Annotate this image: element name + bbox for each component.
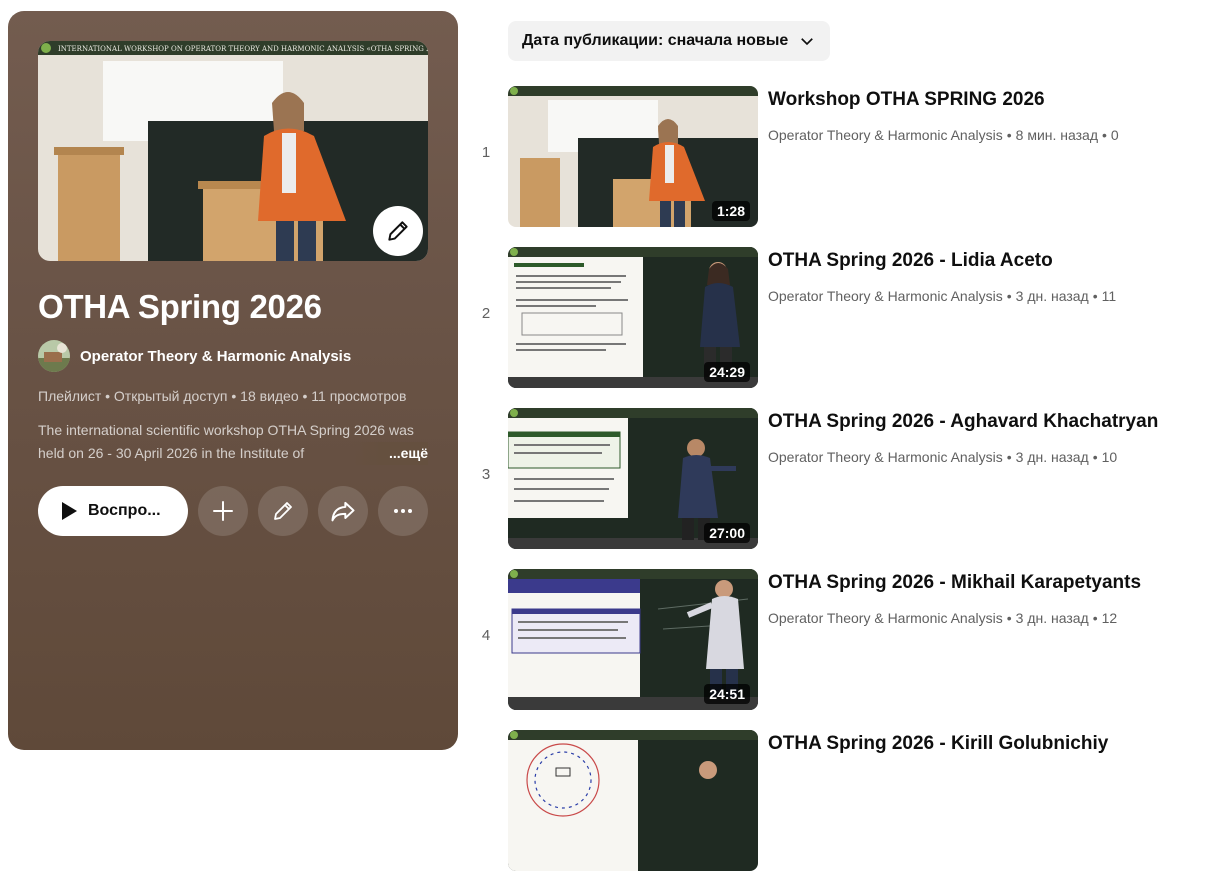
video-duration: 24:29 [704, 362, 750, 382]
video-thumbnail[interactable] [508, 730, 758, 871]
video-meta: Operator Theory & Harmonic Analysis • 3 дн… [768, 449, 1118, 465]
video-views: 10 [1101, 449, 1118, 465]
video-views: 12 [1101, 610, 1118, 626]
video-title-link[interactable]: OTHA Spring 2026 - Aghavard Khachatryan [768, 411, 1158, 433]
more-dots-icon [394, 509, 412, 513]
video-index: 3 [481, 466, 491, 483]
add-to-playlist-button[interactable] [198, 486, 248, 536]
edit-thumbnail-button[interactable] [373, 206, 423, 256]
video-age: 8 мин. назад [1015, 127, 1099, 143]
video-title-link[interactable]: Workshop OTHA SPRING 2026 [768, 89, 1045, 111]
video-age: 3 дн. назад [1015, 610, 1089, 626]
video-thumbnail-image [508, 730, 758, 871]
video-meta: Operator Theory & Harmonic Analysis • 3 дн… [768, 610, 1118, 626]
video-title-link[interactable]: OTHA Spring 2026 - Mikhail Karapetyants [768, 572, 1141, 594]
video-title-link[interactable]: OTHA Spring 2026 - Lidia Aceto [768, 250, 1053, 272]
sort-dropdown[interactable]: Дата публикации: сначала новые [508, 21, 831, 61]
share-icon [331, 501, 355, 522]
share-button[interactable] [318, 486, 368, 536]
playlist-video-item[interactable]: 1 1:28 Workshop OTHA SPRING 2026 Operato… [470, 86, 1208, 247]
playlist-thumbnail[interactable]: INTERNATIONAL WORKSHOP ON OPERATOR THEOR… [38, 41, 428, 261]
video-index: 1 [481, 144, 491, 161]
video-channel-link[interactable]: Operator Theory & Harmonic Analysis [768, 449, 1003, 465]
video-meta: Operator Theory & Harmonic Analysis • 3 дн… [768, 288, 1117, 304]
more-actions-button[interactable] [378, 486, 428, 536]
video-thumbnail[interactable]: 24:29 [508, 247, 758, 388]
channel-name-link[interactable]: Operator Theory & Harmonic Analysis [80, 348, 351, 365]
video-views: 0 [1110, 127, 1119, 143]
video-thumbnail[interactable]: 1:28 [508, 86, 758, 227]
play-all-button[interactable]: Воспро... [38, 486, 188, 536]
video-channel-link[interactable]: Operator Theory & Harmonic Analysis [768, 288, 1003, 304]
edit-playlist-button[interactable] [258, 486, 308, 536]
video-title-link[interactable]: OTHA Spring 2026 - Kirill Golubnichiy [768, 733, 1108, 755]
video-views: 11 [1101, 288, 1117, 304]
hero-banner-text: INTERNATIONAL WORKSHOP ON OPERATOR THEOR… [58, 45, 428, 53]
playlist-description[interactable]: The international scientific workshop OT… [38, 419, 428, 465]
playlist-actions: Воспро... [38, 486, 428, 536]
pencil-icon [388, 221, 408, 241]
plus-icon [213, 501, 233, 521]
playlist-video-list: 1 1:28 Workshop OTHA SPRING 2026 Operato… [470, 86, 1208, 891]
chevron-down-icon [801, 38, 814, 46]
video-index: 4 [481, 627, 491, 644]
channel-avatar-image [38, 340, 70, 372]
play-all-label: Воспро... [88, 502, 161, 519]
playlist-header-panel: INTERNATIONAL WORKSHOP ON OPERATOR THEOR… [8, 11, 458, 750]
video-channel-link[interactable]: Operator Theory & Harmonic Analysis [768, 610, 1003, 626]
playlist-title: OTHA Spring 2026 [38, 288, 322, 325]
channel-avatar[interactable] [38, 340, 70, 372]
sort-label: Дата публикации: сначала новые [522, 32, 789, 49]
video-thumbnail[interactable]: 24:51 [508, 569, 758, 710]
playlist-video-item[interactable]: 4 24:51 OTHA Spring 2026 - Mikhail Karap… [470, 569, 1208, 730]
video-duration: 27:00 [704, 523, 750, 543]
playlist-video-item[interactable]: OTHA Spring 2026 - Kirill Golubnichiy [470, 730, 1208, 891]
playlist-meta: Плейлист • Открытый доступ • 18 видео • … [38, 388, 407, 404]
video-meta: Operator Theory & Harmonic Analysis • 8 ми… [768, 127, 1119, 143]
playlist-video-item[interactable]: 2 24:29 OTHA Spring 2026 - Lidia Aceto O… [470, 247, 1208, 408]
video-duration: 1:28 [711, 201, 750, 221]
playlist-thumbnail-image: INTERNATIONAL WORKSHOP ON OPERATOR THEOR… [38, 41, 428, 261]
video-channel-link[interactable]: Operator Theory & Harmonic Analysis [768, 127, 1003, 143]
show-more-link[interactable]: ...ещё [348, 442, 428, 465]
video-duration: 24:51 [704, 684, 750, 704]
video-age: 3 дн. назад [1015, 288, 1089, 304]
video-index: 2 [481, 305, 491, 322]
video-age: 3 дн. назад [1015, 449, 1089, 465]
playlist-owner[interactable]: Operator Theory & Harmonic Analysis [38, 340, 428, 372]
video-thumbnail[interactable]: 27:00 [508, 408, 758, 549]
playlist-video-item[interactable]: 3 27:00 OTHA Spring 2026 - Aghavard Khac… [470, 408, 1208, 569]
play-icon [62, 502, 77, 520]
pencil-icon [274, 502, 292, 520]
